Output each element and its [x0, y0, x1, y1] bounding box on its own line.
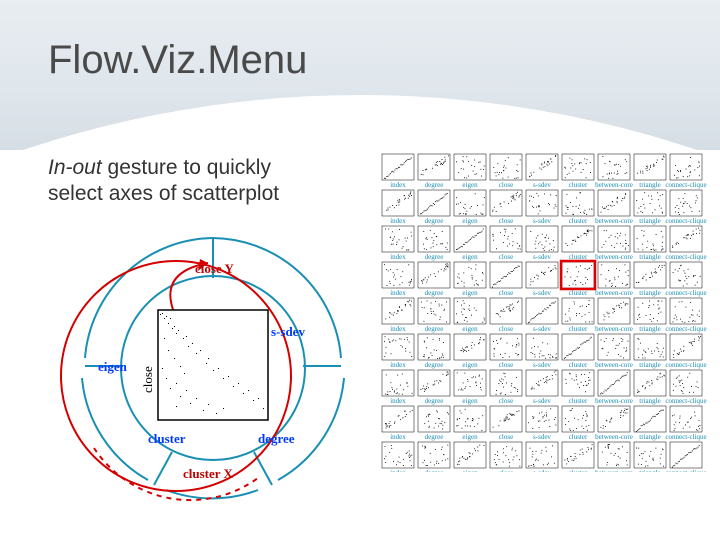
svg-text:connect-clique: connect-clique — [665, 217, 706, 225]
svg-text:triangle: triangle — [639, 433, 660, 441]
svg-text:eigen: eigen — [462, 289, 478, 297]
svg-text:s-sdev: s-sdev — [533, 325, 551, 333]
svg-text:close: close — [499, 253, 513, 261]
svg-text:degree: degree — [425, 433, 444, 441]
svg-text:index: index — [390, 253, 406, 261]
svg-text:close: close — [499, 397, 513, 405]
svg-text:degree: degree — [425, 325, 444, 333]
svg-text:connect-clique: connect-clique — [665, 253, 706, 261]
svg-text:triangle: triangle — [639, 217, 660, 225]
svg-text:eigen: eigen — [462, 253, 478, 261]
svg-text:connect-clique: connect-clique — [665, 181, 706, 189]
svg-text:eigen: eigen — [462, 181, 478, 189]
svg-text:cluster: cluster — [569, 397, 588, 405]
svg-text:index: index — [390, 217, 406, 225]
svg-text:degree: degree — [425, 217, 444, 225]
svg-text:close: close — [499, 361, 513, 369]
svg-text:connect-clique: connect-clique — [665, 289, 706, 297]
svg-text:index: index — [390, 289, 406, 297]
menu-top-label: close Y — [195, 261, 234, 276]
svg-text:between-core: between-core — [595, 397, 633, 405]
svg-text:between-core: between-core — [595, 433, 633, 441]
menu-right-label: s-sdev — [271, 324, 305, 339]
svg-text:degree: degree — [425, 469, 444, 472]
svg-text:index: index — [390, 433, 406, 441]
svg-text:cluster: cluster — [569, 217, 588, 225]
svg-text:s-sdev: s-sdev — [533, 217, 551, 225]
svg-text:degree: degree — [425, 361, 444, 369]
svg-text:triangle: triangle — [639, 325, 660, 333]
svg-text:between-core: between-core — [595, 361, 633, 369]
svg-text:triangle: triangle — [639, 181, 660, 189]
svg-text:connect-clique: connect-clique — [665, 469, 706, 472]
svg-text:triangle: triangle — [639, 397, 660, 405]
svg-text:triangle: triangle — [639, 289, 660, 297]
svg-text:triangle: triangle — [639, 361, 660, 369]
svg-text:cluster: cluster — [569, 181, 588, 189]
center-y-axis-label: close — [140, 366, 155, 393]
svg-text:triangle: triangle — [639, 253, 660, 261]
svg-text:eigen: eigen — [462, 217, 478, 225]
svg-text:close: close — [499, 469, 513, 472]
svg-text:close: close — [499, 325, 513, 333]
svg-text:eigen: eigen — [462, 397, 478, 405]
svg-text:degree: degree — [425, 181, 444, 189]
svg-text:s-sdev: s-sdev — [533, 433, 551, 441]
caption-emphasis: In-out — [48, 156, 102, 179]
svg-text:between-core: between-core — [595, 469, 633, 472]
svg-text:eigen: eigen — [462, 361, 478, 369]
svg-text:between-core: between-core — [595, 217, 633, 225]
svg-text:eigen: eigen — [462, 433, 478, 441]
svg-text:connect-clique: connect-clique — [665, 397, 706, 405]
figure-radial-menu: close close — [58, 218, 368, 518]
svg-text:cluster: cluster — [569, 325, 588, 333]
svg-text:cluster: cluster — [569, 433, 588, 441]
svg-text:s-sdev: s-sdev — [533, 181, 551, 189]
caption: In-out gesture to quickly select axes of… — [48, 155, 308, 208]
svg-text:eigen: eigen — [462, 325, 478, 333]
svg-text:index: index — [390, 325, 406, 333]
svg-text:between-core: between-core — [595, 325, 633, 333]
menu-center-x-label: cluster X — [183, 466, 234, 481]
svg-text:index: index — [390, 397, 406, 405]
svg-text:s-sdev: s-sdev — [533, 253, 551, 261]
svg-text:index: index — [390, 361, 406, 369]
svg-text:s-sdev: s-sdev — [533, 469, 551, 472]
slide: Flow.Viz.Menu In-out gesture to quickly … — [0, 0, 720, 540]
svg-text:index: index — [390, 181, 406, 189]
svg-text:cluster: cluster — [569, 469, 588, 472]
menu-left-label: eigen — [98, 359, 128, 374]
svg-text:cluster: cluster — [569, 361, 588, 369]
menu-bl-label: cluster — [148, 431, 186, 446]
svg-text:degree: degree — [425, 289, 444, 297]
svg-text:close: close — [499, 433, 513, 441]
svg-text:s-sdev: s-sdev — [533, 397, 551, 405]
svg-text:connect-clique: connect-clique — [665, 433, 706, 441]
svg-text:close: close — [499, 181, 513, 189]
svg-text:s-sdev: s-sdev — [533, 361, 551, 369]
svg-text:degree: degree — [425, 397, 444, 405]
slide-title: Flow.Viz.Menu — [48, 38, 307, 83]
svg-text:s-sdev: s-sdev — [533, 289, 551, 297]
svg-text:connect-clique: connect-clique — [665, 361, 706, 369]
svg-text:degree: degree — [425, 253, 444, 261]
svg-text:connect-clique: connect-clique — [665, 325, 706, 333]
svg-text:between-core: between-core — [595, 181, 633, 189]
svg-text:close: close — [499, 217, 513, 225]
svg-text:triangle: triangle — [639, 469, 660, 472]
figure-splom: index degree eigen close s-sdev cluster betwee… — [380, 152, 714, 472]
menu-br-label: degree — [258, 431, 295, 446]
svg-text:between-core: between-core — [595, 253, 633, 261]
svg-text:between-core: between-core — [595, 289, 633, 297]
svg-text:close: close — [499, 289, 513, 297]
svg-text:index: index — [390, 469, 406, 472]
svg-text:eigen: eigen — [462, 469, 478, 472]
